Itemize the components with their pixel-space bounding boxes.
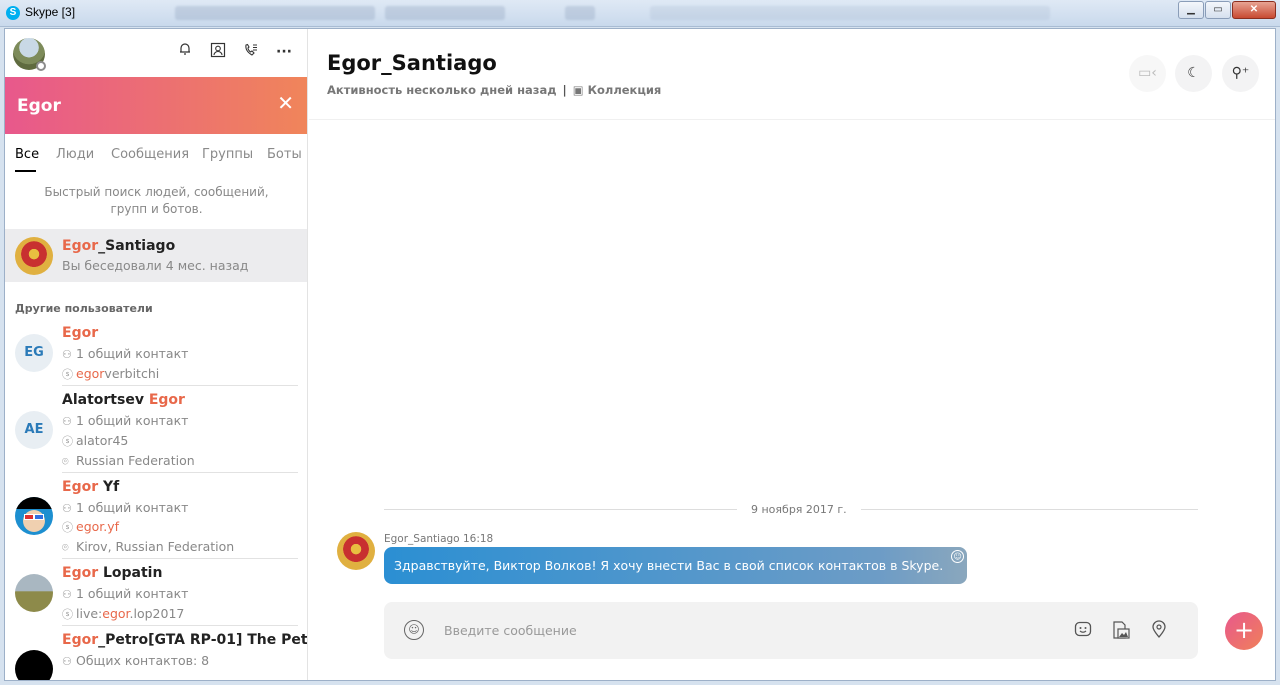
people-icon: ⚇ — [62, 502, 72, 515]
chat-title[interactable]: Egor_Santiago — [327, 51, 497, 75]
last-chat-info: Вы беседовали 4 мес. назад — [62, 258, 249, 273]
contact-name: Egor_Petro[GTA RP-01] The Pet... — [62, 632, 308, 648]
bell-icon[interactable] — [175, 42, 195, 62]
skype-id: ⓢ alator45 — [62, 433, 129, 448]
skype-logo-icon: S — [6, 6, 20, 20]
plus-icon[interactable]: + — [1225, 612, 1263, 650]
video-call-icon: ▭‹ — [1138, 65, 1157, 81]
location: ⌾ Kirov, Russian Federation — [62, 539, 235, 554]
media-icon[interactable] — [1110, 620, 1132, 642]
active-tab-indicator — [15, 170, 36, 172]
date-separator: 9 ноября 2017 г. — [737, 503, 861, 516]
gallery-icon: ▣ — [572, 83, 588, 97]
chat-subtitle: Активность несколько дней назад | ▣ Коллек… — [327, 83, 661, 97]
message-composer: ☺ — [384, 602, 1198, 659]
people-icon: ⚇ — [62, 415, 72, 428]
blurred-taskbar-region — [175, 6, 375, 20]
contact-name: Egor Lopatin — [62, 565, 163, 581]
mutual-contacts: ⚇ 1 общий контакт — [62, 500, 189, 515]
location-pin-icon: ⌾ — [62, 541, 69, 554]
more-icon[interactable]: ··· — [274, 42, 294, 62]
add-people-button[interactable]: ⚲⁺ — [1222, 55, 1259, 92]
activity-status: Активность несколько дней назад — [327, 83, 557, 97]
contact-name: Alatortsev Egor — [62, 392, 185, 408]
message-bubble[interactable]: Здравствуйте, Виктор Волков! Я хочу внес… — [384, 547, 968, 584]
mutual-contacts: ⚇ Общих контактов: 8 — [62, 653, 210, 668]
collection-link[interactable]: ▣ Коллекция — [573, 83, 662, 97]
emoji-icon[interactable]: ☺ — [404, 620, 424, 640]
sidebar: ··· Egor ✕ Все Люди Сообщения Группы Бот… — [5, 29, 308, 680]
search-hint: Быстрый поиск людей, сообщений, групп и … — [44, 185, 269, 216]
people-icon: ⚇ — [62, 588, 72, 601]
avatar: AE — [15, 411, 53, 449]
message-text: Здравствуйте, Виктор Волков! Я хочу внес… — [394, 558, 944, 573]
avatar — [15, 497, 53, 535]
moon-icon: ☾ — [1187, 65, 1200, 81]
audio-call-button[interactable]: ☾ — [1175, 55, 1212, 92]
contacts-icon[interactable] — [208, 42, 228, 62]
reaction-smiley-icon[interactable]: ☺ — [951, 550, 965, 563]
blurred-taskbar-region — [565, 6, 595, 20]
separator: | — [562, 83, 567, 97]
skype-id: ⓢ live:egor.lop2017 — [62, 606, 185, 621]
skype-icon: ⓢ — [62, 368, 73, 381]
mutual-contacts: ⚇ 1 общий контакт — [62, 413, 189, 428]
call-icon[interactable] — [241, 42, 261, 62]
message-meta: Egor_Santiago 16:18 — [384, 533, 494, 545]
skype-id: ⓢ egorverbitchi — [62, 366, 160, 381]
search-header: Egor ✕ — [5, 77, 307, 134]
minimize-button[interactable]: ▁ — [1178, 1, 1204, 19]
location-icon[interactable] — [1148, 620, 1170, 642]
other-users-label: Другие пользователи — [15, 302, 153, 315]
skype-icon: ⓢ — [62, 608, 73, 621]
add-person-icon: ⚲⁺ — [1231, 65, 1250, 81]
video-call-button[interactable]: ▭‹ — [1129, 55, 1166, 92]
tab-groups[interactable]: Группы — [202, 147, 253, 162]
message-input[interactable] — [444, 618, 1044, 642]
contact-name: Egor Yf — [62, 479, 120, 495]
divider — [62, 472, 298, 473]
avatar — [15, 237, 53, 275]
people-icon: ⚇ — [62, 655, 72, 668]
sticker-icon[interactable] — [1072, 620, 1094, 642]
blurred-taskbar-region — [650, 6, 1050, 20]
divider — [62, 385, 298, 386]
header-divider — [309, 119, 1275, 120]
clear-search-icon[interactable]: ✕ — [277, 93, 294, 113]
skype-window: ··· Egor ✕ Все Люди Сообщения Группы Бот… — [4, 28, 1276, 681]
maximize-button[interactable]: ▭ — [1205, 1, 1231, 19]
search-tabs: Все Люди Сообщения Группы Боты — [5, 134, 307, 174]
contact-name: Egor — [62, 325, 99, 341]
close-window-button[interactable]: ✕ — [1232, 1, 1276, 19]
window-titlebar: S Skype [3] ▁ ▭ ✕ — [0, 0, 1280, 27]
location-pin-icon: ⌾ — [62, 455, 69, 468]
chat-pane: Egor_Santiago Активность несколько дней … — [309, 29, 1275, 680]
mutual-contacts: ⚇ 1 общий контакт — [62, 586, 189, 601]
blurred-taskbar-region — [385, 6, 505, 20]
tab-messages[interactable]: Сообщения — [111, 147, 189, 162]
skype-icon: ⓢ — [62, 435, 73, 448]
location: ⌾ Russian Federation — [62, 453, 195, 468]
skype-id: ⓢ egor.yf — [62, 519, 120, 534]
tab-all[interactable]: Все — [15, 147, 39, 162]
divider — [62, 558, 298, 559]
skype-icon: ⓢ — [62, 521, 73, 534]
avatar: EG — [15, 334, 53, 372]
presence-status-icon — [36, 61, 46, 71]
search-query[interactable]: Egor — [17, 96, 61, 116]
message-avatar[interactable] — [337, 532, 375, 570]
window-title: Skype [3] — [25, 5, 76, 19]
tab-people[interactable]: Люди — [56, 147, 94, 162]
contact-name: Egor_Santiago — [62, 238, 176, 254]
divider — [62, 625, 298, 626]
window-controls: ▁ ▭ ✕ — [1178, 1, 1276, 19]
avatar — [15, 650, 53, 680]
people-icon: ⚇ — [62, 348, 72, 361]
tab-bots[interactable]: Боты — [267, 147, 302, 162]
sidebar-topbar: ··· — [5, 29, 307, 77]
avatar — [15, 574, 53, 612]
mutual-contacts: ⚇ 1 общий контакт — [62, 346, 189, 361]
top-result-row[interactable]: Egor_Santiago Вы беседовали 4 мес. назад — [5, 229, 307, 282]
